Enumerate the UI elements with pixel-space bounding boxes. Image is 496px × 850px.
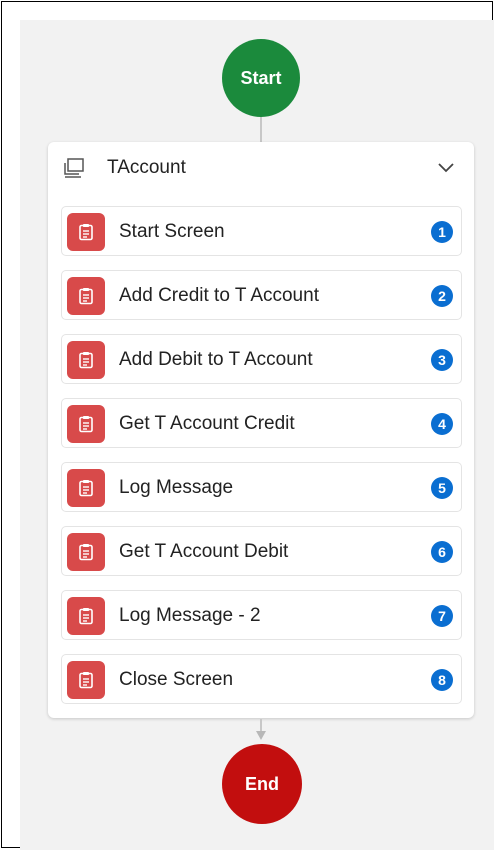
step-label: Add Credit to T Account (119, 285, 319, 306)
step-item[interactable]: Log Message - 2 7 (61, 590, 462, 640)
step-number-badge: 1 (431, 221, 453, 243)
step-label: Get T Account Debit (119, 541, 289, 562)
clipboard-icon (67, 213, 105, 251)
step-number-badge: 7 (431, 605, 453, 627)
clipboard-icon (67, 597, 105, 635)
step-number-badge: 8 (431, 669, 453, 691)
start-node[interactable]: Start (222, 39, 300, 117)
chevron-down-icon[interactable] (436, 160, 456, 176)
step-label: Log Message - 2 (119, 605, 261, 626)
screen-group-icon (64, 158, 84, 178)
clipboard-icon (67, 469, 105, 507)
step-label: Log Message (119, 477, 234, 498)
step-item[interactable]: Add Debit to T Account 3 (61, 334, 462, 384)
clipboard-icon (67, 661, 105, 699)
step-label: Get T Account Credit (119, 413, 295, 434)
clipboard-icon (67, 341, 105, 379)
end-node[interactable]: End (222, 744, 302, 824)
step-label: Close Screen (119, 669, 234, 690)
step-number-badge: 2 (431, 285, 453, 307)
clipboard-icon (67, 405, 105, 443)
step-item[interactable]: Log Message 5 (61, 462, 462, 512)
end-node-label: End (245, 773, 279, 794)
step-label: Start Screen (119, 221, 225, 242)
clipboard-icon (67, 533, 105, 571)
step-number-badge: 6 (431, 541, 453, 563)
clipboard-icon (67, 277, 105, 315)
group-header[interactable]: TAccount (48, 142, 474, 194)
group-title: TAccount (107, 157, 186, 178)
step-label: Add Debit to T Account (119, 349, 313, 370)
connector-start-to-group (260, 117, 262, 143)
step-number-badge: 3 (431, 349, 453, 371)
start-node-label: Start (240, 67, 282, 88)
step-item[interactable]: Get T Account Credit 4 (61, 398, 462, 448)
step-item[interactable]: Close Screen 8 (61, 654, 462, 704)
step-number-badge: 4 (431, 413, 453, 435)
step-item[interactable]: Start Screen 1 (61, 206, 462, 256)
step-item[interactable]: Get T Account Debit 6 (61, 526, 462, 576)
arrow-down-icon (256, 731, 266, 740)
step-number-badge: 5 (431, 477, 453, 499)
step-item[interactable]: Add Credit to T Account 2 (61, 270, 462, 320)
taccount-group: TAccount Start Screen 1 Add Credit to T … (48, 142, 474, 718)
